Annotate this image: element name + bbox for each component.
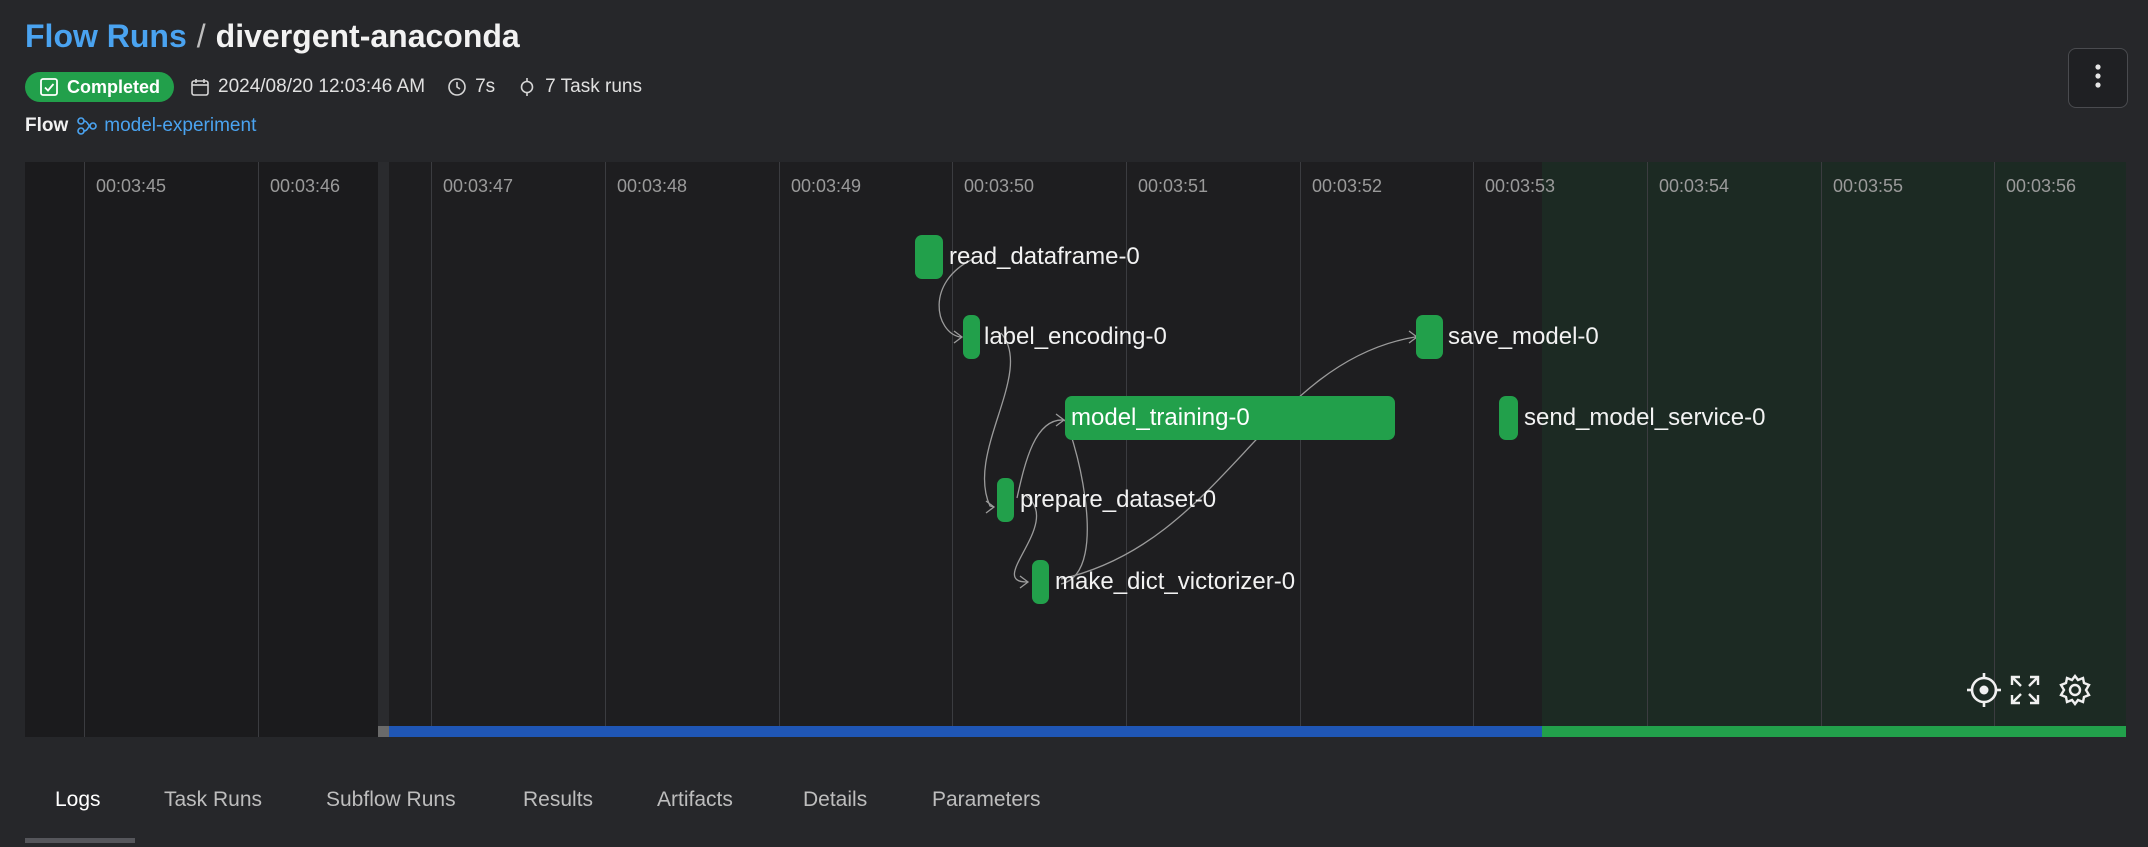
page-title: divergent-anaconda xyxy=(215,18,520,54)
task-node-make-dict-vectorizer[interactable] xyxy=(1032,560,1049,604)
timeline-scrubber-completed xyxy=(1542,726,2126,737)
clock-icon xyxy=(447,77,467,97)
calendar-icon xyxy=(190,77,210,97)
run-tabs: Logs Task Runs Subflow Runs Results Arti… xyxy=(25,770,2148,847)
breadcrumb-separator: / xyxy=(196,18,206,54)
flow-run-timeline[interactable]: 00:03:45 00:03:46 00:03:47 00:03:48 00:0… xyxy=(25,162,2126,737)
flow-info: Flow model-experiment xyxy=(25,112,2148,140)
task-node-save-model[interactable] xyxy=(1416,315,1443,359)
timeline-scrubber-pending xyxy=(378,726,389,737)
task-run-icon xyxy=(517,77,537,97)
tab-task-runs[interactable]: Task Runs xyxy=(164,788,262,812)
tab-logs[interactable]: Logs xyxy=(55,788,101,812)
breadcrumb: Flow Runs / divergent-anaconda xyxy=(25,18,2148,62)
timeline-scrubber-range[interactable] xyxy=(389,726,1542,737)
tab-artifacts[interactable]: Artifacts xyxy=(657,788,733,812)
task-label-model-training[interactable]: model_training-0 xyxy=(1071,396,1250,440)
task-label-make-dict-vectorizer[interactable]: make_dict_victorizer-0 xyxy=(1055,560,1295,604)
task-node-label-encoding[interactable] xyxy=(963,315,980,359)
tab-parameters[interactable]: Parameters xyxy=(932,788,1041,812)
task-label-save-model[interactable]: save_model-0 xyxy=(1448,315,1599,359)
flow-link[interactable]: model-experiment xyxy=(76,115,256,137)
run-meta: Completed 2024/08/20 12:03:46 AM 7s 7 Ta… xyxy=(25,72,2148,102)
tab-results[interactable]: Results xyxy=(523,788,593,812)
tab-details[interactable]: Details xyxy=(803,788,867,812)
task-node-prepare-dataset[interactable] xyxy=(997,478,1014,522)
start-time-text: 2024/08/20 12:03:46 AM xyxy=(218,76,426,97)
start-time: 2024/08/20 12:03:46 AM xyxy=(190,76,425,98)
status-badge: Completed xyxy=(25,72,175,102)
fullscreen-icon xyxy=(2009,674,2041,711)
duration-text: 7s xyxy=(475,76,496,97)
flow-icon xyxy=(76,116,98,136)
breadcrumb-flow-runs-link[interactable]: Flow Runs xyxy=(25,18,187,55)
tab-subflow-runs[interactable]: Subflow Runs xyxy=(326,788,456,812)
more-menu-button[interactable] xyxy=(2068,48,2128,108)
task-node-send-model-service[interactable] xyxy=(1499,396,1518,440)
edge-vectorizer-to-save xyxy=(1060,336,1417,580)
task-runs-count: 7 Task runs xyxy=(517,76,642,98)
active-tab-indicator xyxy=(25,838,135,843)
task-runs-text: 7 Task runs xyxy=(545,76,642,97)
task-label-label-encoding[interactable]: label_encoding-0 xyxy=(984,315,1167,359)
settings-icon xyxy=(2058,673,2092,712)
fullscreen-button[interactable] xyxy=(2005,672,2045,712)
task-label-prepare-dataset[interactable]: prepare_dataset-0 xyxy=(1020,478,1216,522)
recenter-icon xyxy=(1966,672,2002,713)
flow-label: Flow xyxy=(25,115,69,136)
flow-name: model-experiment xyxy=(104,115,257,136)
status-label: Completed xyxy=(67,76,161,97)
timeline-settings-button[interactable] xyxy=(2055,672,2095,712)
check-square-icon xyxy=(39,77,59,97)
task-node-read-dataframe[interactable] xyxy=(915,235,943,279)
task-label-read-dataframe[interactable]: read_dataframe-0 xyxy=(949,235,1140,279)
duration: 7s xyxy=(447,76,495,98)
kebab-menu-icon xyxy=(2094,63,2102,94)
page-header: Flow Runs / divergent-anaconda Completed… xyxy=(25,18,2148,140)
recenter-button[interactable] xyxy=(1964,672,2004,712)
task-label-send-model-service[interactable]: send_model_service-0 xyxy=(1524,396,1765,440)
